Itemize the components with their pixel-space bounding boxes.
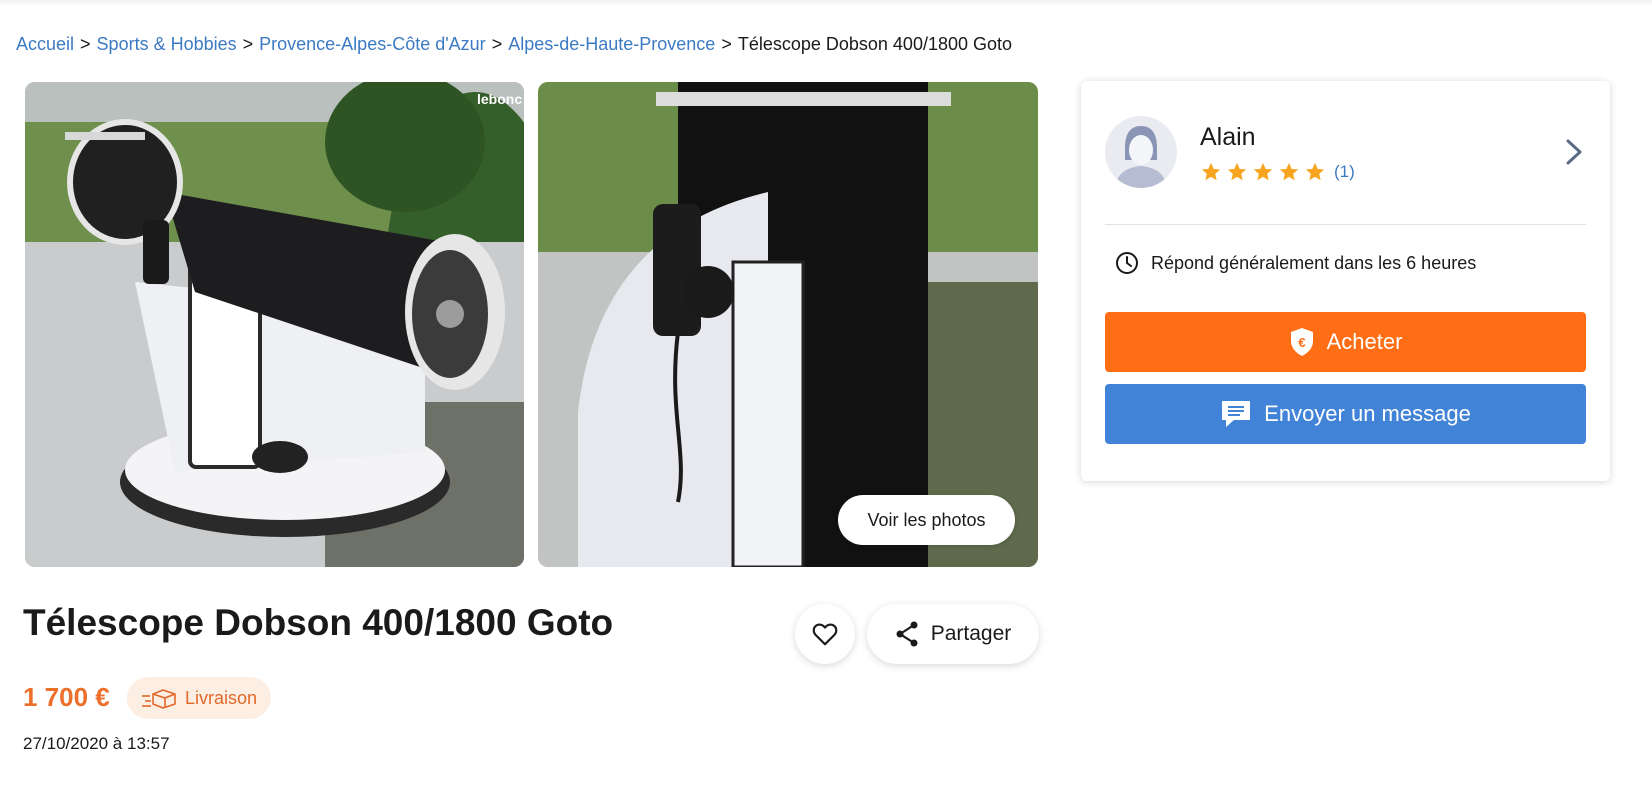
top-shadow [0, 0, 1652, 6]
response-time-text: Répond généralement dans les 6 heures [1151, 252, 1477, 273]
breadcrumb-link-home[interactable]: Accueil [16, 34, 74, 54]
star-icon [1279, 162, 1299, 181]
delivery-box-icon [142, 689, 176, 709]
user-avatar-icon [1105, 116, 1177, 188]
send-message-button[interactable]: Envoyer un message [1105, 384, 1586, 444]
breadcrumb-separator: > [80, 34, 91, 54]
divider [1105, 224, 1586, 225]
message-bubble-icon [1222, 401, 1251, 427]
breadcrumb-separator: > [242, 34, 254, 54]
delivery-label: Livraison [185, 687, 258, 708]
euro-shield-icon: € [1290, 328, 1313, 356]
see-photos-button[interactable]: Voir les photos [838, 495, 1015, 545]
listing-date: 27/10/2020 à 13:57 [23, 734, 170, 753]
chevron-right-icon[interactable] [1562, 137, 1586, 167]
share-icon [896, 621, 918, 647]
review-count[interactable]: (1) [1334, 162, 1355, 182]
listing-photo-main[interactable]: lebonc [25, 82, 524, 567]
response-time: Répond généralement dans les 6 heures [1115, 251, 1476, 275]
seller-card: Alain (1) Répond généralement dans les 6… [1081, 81, 1610, 481]
breadcrumb-link-region[interactable]: Provence-Alpes-Côte d'Azur [259, 34, 486, 54]
seller-name[interactable]: Alain [1200, 123, 1256, 152]
star-icon [1305, 162, 1325, 181]
favorite-button[interactable] [795, 604, 855, 664]
heart-icon [812, 623, 838, 646]
clock-icon [1116, 252, 1138, 274]
telescope-photo-1: lebonc [25, 82, 524, 567]
send-message-label: Envoyer un message [1264, 401, 1471, 426]
breadcrumb-separator: > [721, 34, 732, 54]
price: 1 700 € [23, 682, 110, 712]
star-icon [1201, 162, 1221, 181]
buy-label: Acheter [1326, 329, 1403, 354]
breadcrumb: Accueil > Sports & Hobbies > Provence-Alpes-… [16, 32, 1012, 56]
seller-rating: (1) [1200, 161, 1355, 183]
listing-title: Télescope Dobson 400/1800 Goto [23, 602, 614, 643]
share-label: Partager [930, 622, 1012, 645]
avatar[interactable] [1105, 116, 1177, 188]
star-icon [1227, 162, 1247, 181]
buy-button[interactable]: € Acheter [1105, 312, 1586, 372]
breadcrumb-link-department[interactable]: Alpes-de-Haute-Provence [508, 34, 715, 54]
breadcrumb-separator: > [491, 34, 503, 54]
star-icon [1253, 162, 1273, 181]
watermark: lebonc [477, 91, 522, 107]
svg-text:€: € [1298, 335, 1305, 350]
breadcrumb-current: Télescope Dobson 400/1800 Goto [737, 34, 1013, 54]
breadcrumb-link-category[interactable]: Sports & Hobbies [97, 34, 237, 54]
share-button[interactable]: Partager [867, 604, 1039, 664]
delivery-badge: Livraison [127, 677, 272, 719]
